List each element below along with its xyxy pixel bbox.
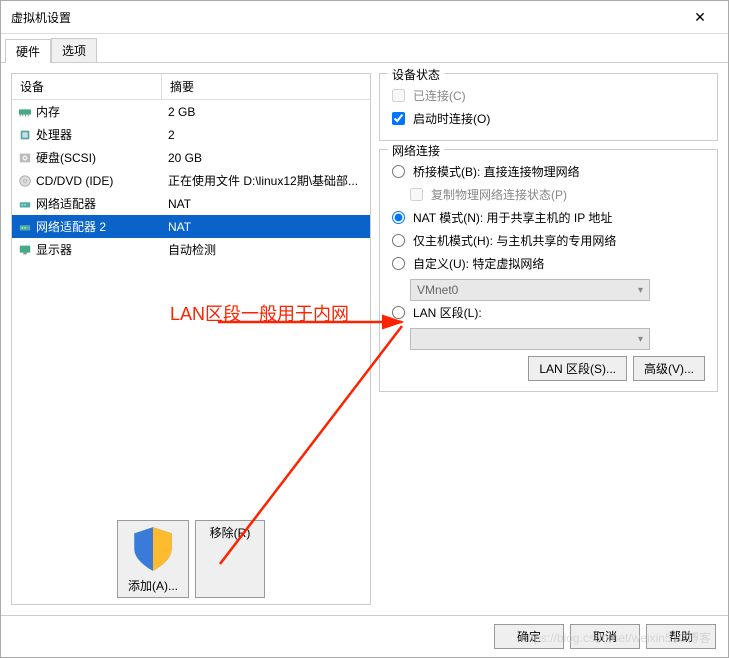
device-name: 网络适配器: [36, 195, 96, 212]
dialog-title: 虚拟机设置: [11, 9, 71, 26]
display-icon: [18, 243, 32, 257]
radio-nat[interactable]: NAT 模式(N): 用于共享主机的 IP 地址: [392, 206, 705, 229]
startup-checkbox-row[interactable]: 启动时连接(O): [392, 107, 705, 130]
device-name: 网络适配器 2: [36, 218, 106, 235]
radio-lan-input[interactable]: [392, 306, 405, 319]
custom-net-select: VMnet0▾: [410, 279, 650, 301]
device-status-group: 设备状态 已连接(C) 启动时连接(O): [379, 73, 718, 141]
radio-bridge-input[interactable]: [392, 165, 405, 178]
titlebar: 虚拟机设置 ✕: [1, 1, 728, 34]
col-device[interactable]: 设备: [12, 74, 162, 99]
device-summary: NAT: [162, 218, 370, 236]
advanced-button[interactable]: 高级(V)...: [633, 356, 705, 381]
tab-options[interactable]: 选项: [51, 38, 97, 62]
cd-icon: [18, 174, 32, 188]
connected-label: 已连接(C): [413, 87, 466, 104]
radio-bridge[interactable]: 桥接模式(B): 直接连接物理网络: [392, 160, 705, 183]
device-summary: NAT: [162, 195, 370, 213]
list-row[interactable]: 硬盘(SCSI) 20 GB: [12, 146, 370, 169]
col-summary[interactable]: 摘要: [162, 74, 370, 99]
device-name: 内存: [36, 103, 60, 120]
list-row[interactable]: 处理器 2: [12, 123, 370, 146]
list-row[interactable]: CD/DVD (IDE) 正在使用文件 D:\linux12期\基础部...: [12, 169, 370, 192]
memory-icon: [18, 105, 32, 119]
radio-nat-input[interactable]: [392, 211, 405, 224]
net-icon: [18, 197, 32, 211]
device-summary: 正在使用文件 D:\linux12期\基础部...: [162, 170, 370, 191]
device-name: 显示器: [36, 241, 72, 258]
device-name: CD/DVD (IDE): [36, 174, 113, 188]
device-name: 处理器: [36, 126, 72, 143]
list-row[interactable]: 显示器 自动检测: [12, 238, 370, 261]
group-title-status: 设备状态: [388, 66, 444, 83]
ok-button[interactable]: 确定: [494, 624, 564, 649]
cancel-button[interactable]: 取消: [570, 624, 640, 649]
radio-custom-input[interactable]: [392, 257, 405, 270]
radio-hostonly[interactable]: 仅主机模式(H): 与主机共享的专用网络: [392, 229, 705, 252]
device-summary: 2: [162, 126, 370, 144]
radio-hostonly-input[interactable]: [392, 234, 405, 247]
network-buttons: LAN 区段(S)... 高级(V)...: [392, 356, 705, 381]
device-list-panel: 设备 摘要 内存 2 GB 处理器 2 硬盘(SCSI) 20 GB CD/DVD (IDE…: [11, 73, 371, 605]
device-summary: 自动检测: [162, 239, 370, 260]
disk-icon: [18, 151, 32, 165]
chevron-down-icon: ▾: [638, 334, 643, 345]
help-button[interactable]: 帮助: [646, 624, 716, 649]
list-row[interactable]: 内存 2 GB: [12, 100, 370, 123]
device-name: 硬盘(SCSI): [36, 149, 96, 166]
device-list[interactable]: 内存 2 GB 处理器 2 硬盘(SCSI) 20 GB CD/DVD (IDE) 正在使用文…: [12, 100, 370, 514]
device-summary: 20 GB: [162, 149, 370, 167]
net-icon: [18, 220, 32, 234]
list-header: 设备 摘要: [12, 74, 370, 100]
lan-seg-button[interactable]: LAN 区段(S)...: [528, 356, 627, 381]
connected-checkbox: [392, 89, 405, 102]
device-summary: 2 GB: [162, 103, 370, 121]
add-remove-row: 添加(A)... 移除(R): [12, 514, 370, 604]
connected-checkbox-row: 已连接(C): [392, 84, 705, 107]
add-button[interactable]: 添加(A)...: [117, 520, 189, 598]
cpu-icon: [18, 128, 32, 142]
shield-icon: [128, 563, 178, 577]
chevron-down-icon: ▾: [638, 285, 643, 296]
replicate-row: 复制物理网络连接状态(P): [410, 183, 705, 206]
remove-button[interactable]: 移除(R): [195, 520, 265, 598]
radio-lan[interactable]: LAN 区段(L):: [392, 301, 705, 324]
replicate-checkbox: [410, 188, 423, 201]
footer: 确定 取消 帮助: [1, 615, 728, 657]
startup-checkbox[interactable]: [392, 112, 405, 125]
list-row[interactable]: 网络适配器 NAT: [12, 192, 370, 215]
tab-bar: 硬件 选项: [1, 34, 728, 63]
lan-segment-select: ▾: [410, 328, 650, 350]
network-group: 网络连接 桥接模式(B): 直接连接物理网络 复制物理网络连接状态(P) NAT…: [379, 149, 718, 392]
group-title-network: 网络连接: [388, 142, 444, 159]
startup-label: 启动时连接(O): [413, 110, 490, 127]
radio-custom[interactable]: 自定义(U): 特定虚拟网络: [392, 252, 705, 275]
tab-hardware[interactable]: 硬件: [5, 39, 51, 63]
list-row[interactable]: 网络适配器 2 NAT: [12, 215, 370, 238]
close-button[interactable]: ✕: [680, 5, 720, 29]
